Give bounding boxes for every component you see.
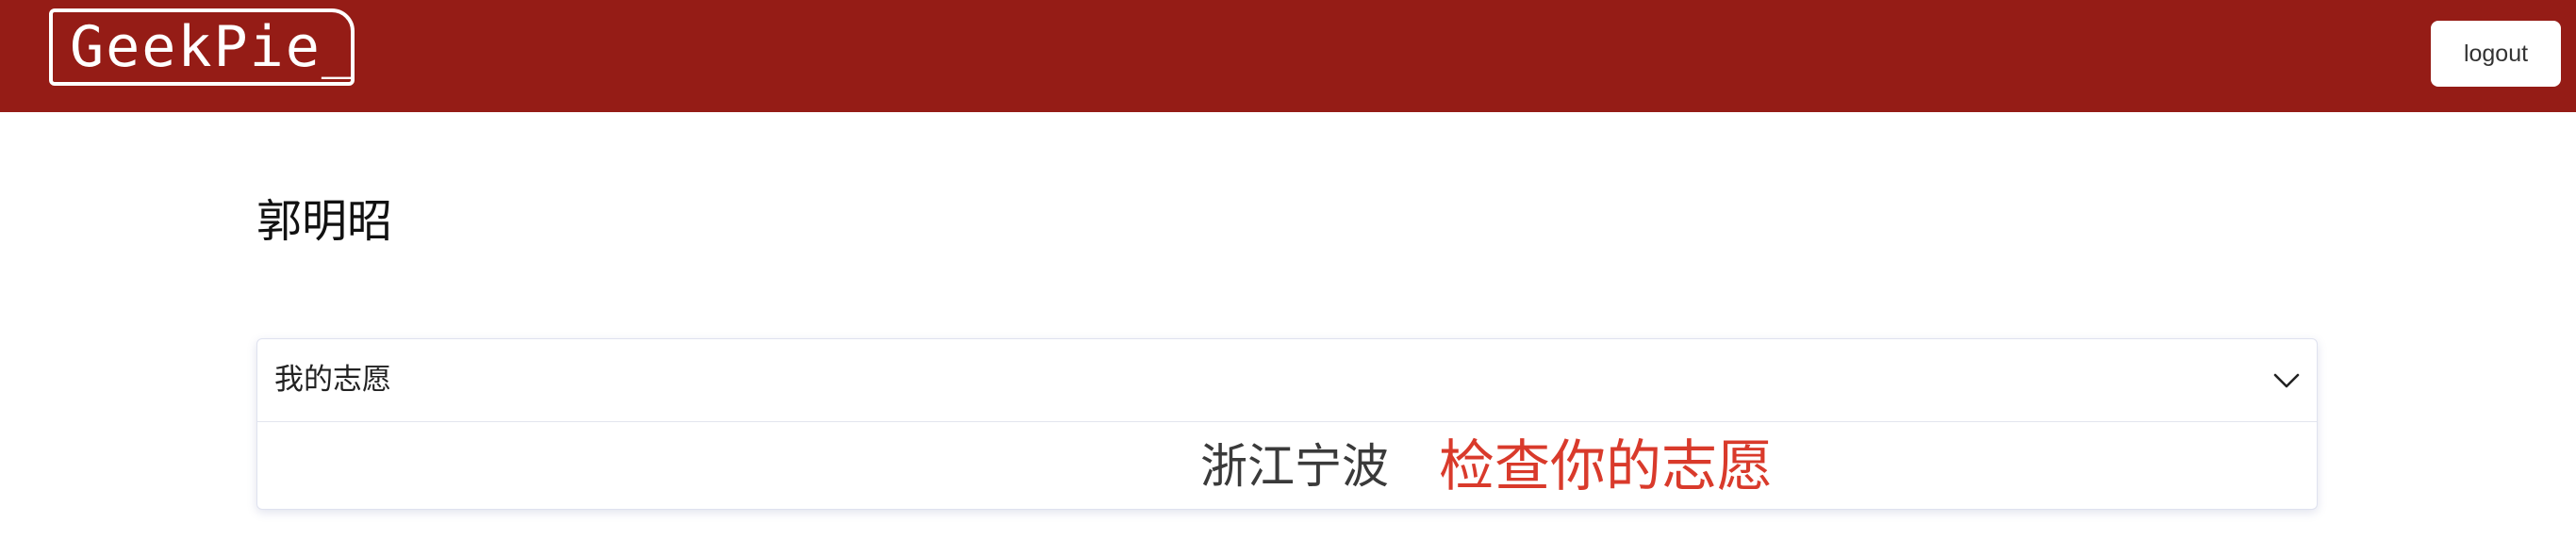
my-preferences-toggle[interactable]: 我的志愿 [257, 339, 2317, 422]
logout-button[interactable]: logout [2431, 21, 2561, 87]
my-preferences-panel: 我的志愿 浙江宁波 检查你的志愿 [256, 338, 2318, 510]
check-preferences-link[interactable]: 检查你的志愿 [1439, 422, 1773, 509]
geekpie-logo[interactable]: GeekPie_ [49, 8, 355, 86]
chevron-down-icon [2273, 373, 2300, 388]
panel-title: 我的志愿 [274, 363, 391, 397]
panel-content: 浙江宁波 检查你的志愿 [257, 422, 2317, 509]
region-label: 浙江宁波 [1200, 439, 1389, 494]
user-name-heading: 郭明昭 [256, 195, 393, 248]
top-navbar: GeekPie_ logout [0, 0, 2576, 112]
